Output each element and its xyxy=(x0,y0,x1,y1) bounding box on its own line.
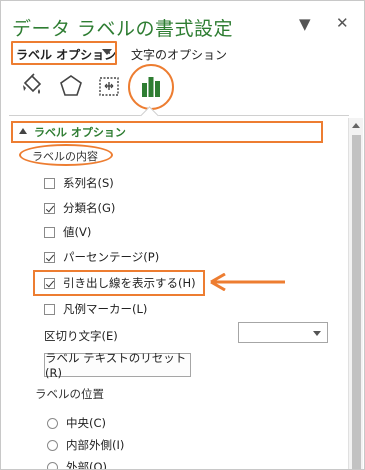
left-arrow-icon xyxy=(210,273,285,291)
effects-icon[interactable] xyxy=(56,71,86,101)
format-data-labels-pane: データ ラベルの書式設定 ▼ ✕ ラベル オプション 文字のオプション ラベル … xyxy=(0,0,365,470)
checkbox-series-name[interactable]: 系列名(S) xyxy=(44,174,114,192)
checkbox-label: 値(V) xyxy=(63,225,92,239)
radio-button[interactable] xyxy=(47,439,58,451)
checkbox-legend-key[interactable]: 凡例マーカー(L) xyxy=(44,300,147,318)
checkbox-label: 分類名(G) xyxy=(63,201,116,215)
checkbox-label: 凡例マーカー(L) xyxy=(63,302,148,316)
radio-label: 外部(O) xyxy=(66,460,108,470)
radio-label: 内部外側(I) xyxy=(66,438,125,452)
radio-center[interactable]: 中央(C) xyxy=(47,414,106,432)
pane-options-dropdown[interactable]: ▼ xyxy=(299,15,311,33)
checkbox[interactable] xyxy=(44,226,55,238)
label-position-heading: ラベルの位置 xyxy=(35,387,104,401)
checkbox-value[interactable]: 値(V) xyxy=(44,223,91,241)
radio-label: 中央(C) xyxy=(66,416,107,430)
tab-text-options[interactable]: 文字のオプション xyxy=(131,46,227,63)
scrollbar-thumb[interactable] xyxy=(352,135,361,469)
separator-label: 区切り文字(E) xyxy=(44,329,118,343)
checkbox[interactable] xyxy=(44,202,55,214)
section-header-label[interactable]: ラベル オプション xyxy=(34,124,126,140)
checkbox-leader-lines[interactable]: 引き出し線を表示する(H) xyxy=(44,274,196,292)
checkbox-label: 引き出し線を表示する(H) xyxy=(63,276,196,290)
scroll-up-icon[interactable] xyxy=(352,123,360,128)
size-properties-icon[interactable] xyxy=(94,71,124,101)
close-button[interactable]: ✕ xyxy=(336,14,349,32)
fill-line-icon[interactable] xyxy=(16,71,46,101)
checkbox-percentage[interactable]: パーセンテージ(P) xyxy=(44,248,159,266)
divider xyxy=(9,115,349,116)
radio-outside-end[interactable]: 外部(O) xyxy=(47,458,108,470)
tab-highlight-callout xyxy=(11,41,117,65)
checkbox-category-name[interactable]: 分類名(G) xyxy=(44,199,115,217)
checkbox[interactable] xyxy=(44,251,55,263)
pane-title: データ ラベルの書式設定 xyxy=(12,18,234,40)
radio-inside-end[interactable]: 内部外側(I) xyxy=(47,436,124,454)
checkbox-label: パーセンテージ(P) xyxy=(63,250,160,264)
chevron-down-icon[interactable] xyxy=(313,331,321,336)
checkbox-label: 系列名(S) xyxy=(63,176,114,190)
checkbox[interactable] xyxy=(44,303,55,315)
icon-highlight-callout xyxy=(128,64,174,110)
subsection-label: ラベルの内容 xyxy=(32,150,98,163)
checkbox[interactable] xyxy=(44,277,55,289)
separator-select[interactable] xyxy=(238,322,328,343)
reset-label-text-button[interactable]: ラベル テキストのリセット(R) xyxy=(44,351,191,380)
radio-button[interactable] xyxy=(47,461,58,469)
collapse-triangle-icon[interactable] xyxy=(19,128,27,134)
checkbox[interactable] xyxy=(44,177,55,189)
radio-button[interactable] xyxy=(47,417,58,429)
